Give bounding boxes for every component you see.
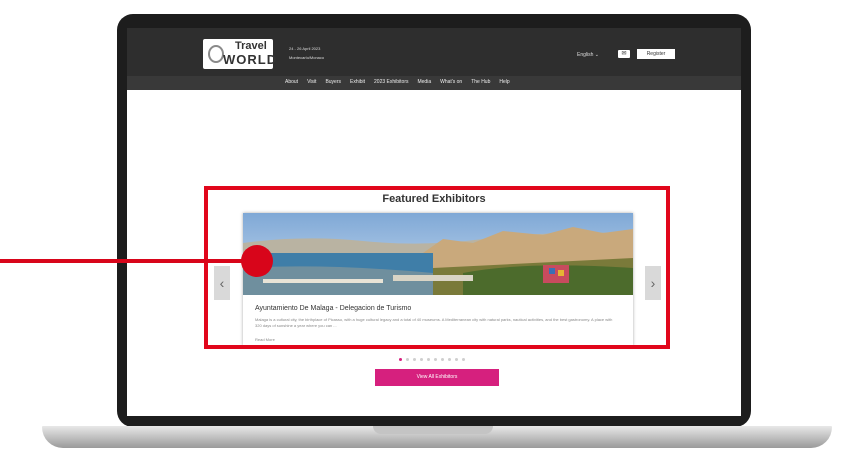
highlight-box [204,186,670,349]
carousel-dot[interactable] [455,358,458,361]
site-logo[interactable]: Travel WORLD [203,39,276,69]
nav-item[interactable]: Buyers [325,79,341,85]
globe-icon [208,45,224,63]
nav-item[interactable]: About [285,79,298,85]
carousel-dots [399,358,465,361]
nav-item[interactable]: Help [499,79,509,85]
event-dates: 24 - 26 April 2023 [289,46,321,51]
logo-text-world: WORLD [223,52,278,67]
carousel-dot[interactable] [399,358,402,361]
nav-item[interactable]: Media [417,79,431,85]
laptop-notch [373,426,493,434]
view-all-exhibitors-button[interactable]: View All Exhibitors [375,369,499,386]
nav-item[interactable]: Exhibit [350,79,365,85]
event-venue: Montecarlo/Monaco [289,55,325,60]
carousel-dot[interactable] [448,358,451,361]
nav-item[interactable]: What's on [440,79,462,85]
nav-item[interactable]: 2023 Exhibitors [374,79,408,85]
carousel-dot[interactable] [413,358,416,361]
carousel-dot[interactable] [441,358,444,361]
carousel-dot[interactable] [420,358,423,361]
logo-text-travel: Travel [235,40,267,52]
carousel-dot[interactable] [434,358,437,361]
carousel-dot[interactable] [406,358,409,361]
callout-line [0,259,260,263]
register-button[interactable]: Register [637,49,675,59]
main-nav: About Visit Buyers Exhibit 2023 Exhibitors Me… [127,76,741,90]
event-info: 24 - 26 April 2023 Montecarlo/Monaco [289,44,324,62]
envelope-icon[interactable]: ✉ [618,50,630,58]
language-selector[interactable]: English ⌄ [577,52,599,58]
carousel-dot[interactable] [427,358,430,361]
callout-dot [241,245,273,277]
site-header: Travel WORLD 24 - 26 April 2023 Montecar… [127,28,741,76]
nav-item[interactable]: The Hub [471,79,490,85]
carousel-dot[interactable] [462,358,465,361]
nav-item[interactable]: Visit [307,79,316,85]
